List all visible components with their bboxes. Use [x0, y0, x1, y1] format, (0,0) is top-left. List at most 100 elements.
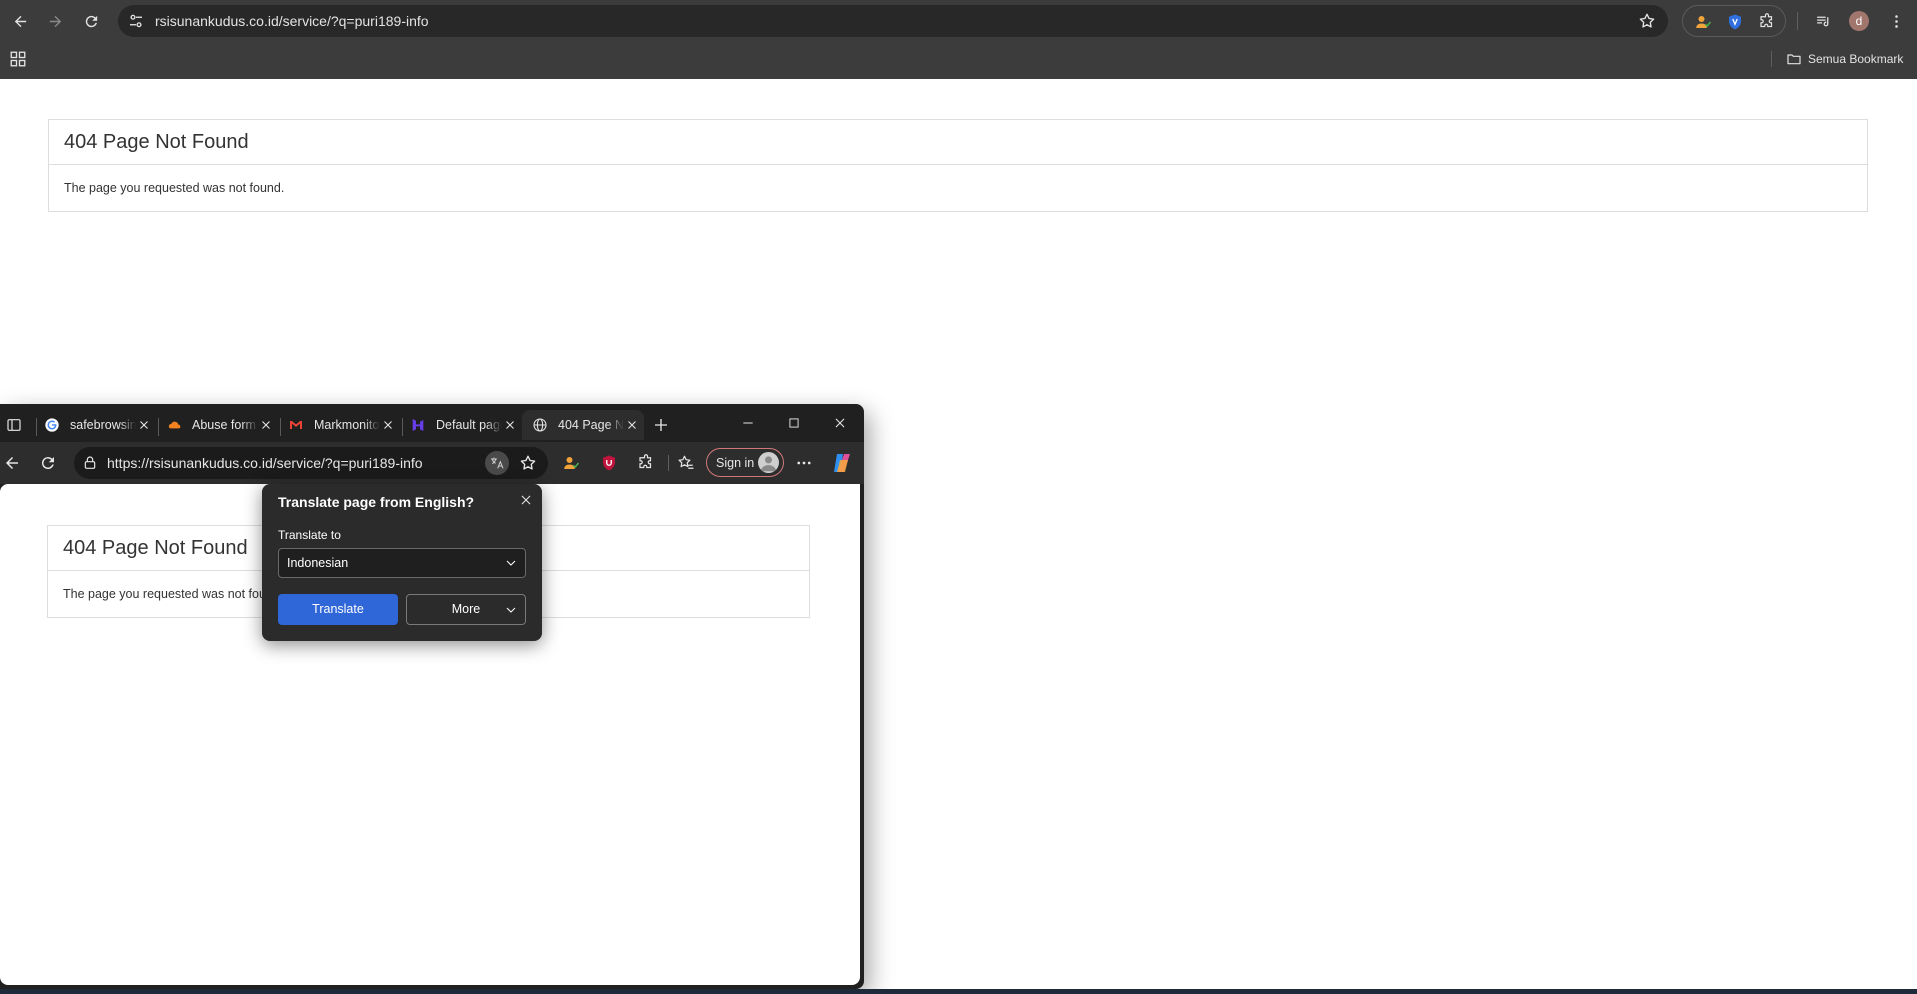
edge-tab-markmonitor[interactable]: Markmonitor: [278, 410, 400, 440]
all-bookmarks-button[interactable]: Semua Bookmark: [1786, 49, 1903, 69]
minimize-icon: [743, 422, 753, 424]
edge-address-bar[interactable]: https://rsisunankudus.co.id/service/?q=p…: [74, 447, 548, 479]
favorite-star-icon[interactable]: [519, 454, 537, 472]
favorites-button[interactable]: [676, 453, 696, 473]
error-message: The page you requested was not found.: [64, 181, 285, 195]
copilot-icon: [834, 454, 850, 472]
close-tab-icon[interactable]: [380, 417, 396, 433]
edge-tab-label: Abuse form: [192, 418, 256, 432]
edge-extension-person-button[interactable]: [561, 453, 581, 473]
lock-icon[interactable]: [82, 455, 98, 471]
forward-icon: [49, 15, 61, 27]
all-bookmarks-label: Semua Bookmark: [1808, 52, 1904, 66]
close-icon: [521, 495, 531, 505]
google-icon: [44, 417, 60, 433]
tab-actions-icon: [7, 419, 21, 431]
edge-url-text[interactable]: https://rsisunankudus.co.id/service/?q=p…: [107, 447, 423, 479]
cloudflare-icon: [166, 417, 182, 433]
edge-tab-404-page[interactable]: 404 Page Not Found: [522, 410, 644, 440]
reload-icon: [41, 457, 54, 470]
back-button[interactable]: [7, 8, 33, 34]
edge-toolbar: https://rsisunankudus.co.id/service/?q=p…: [0, 442, 864, 484]
hostinger-icon: [410, 417, 426, 433]
translate-popup-title: Translate page from English?: [278, 494, 475, 510]
edge-reload-button[interactable]: [38, 453, 58, 473]
close-tab-icon[interactable]: [136, 417, 152, 433]
extensions-menu-button[interactable]: [1757, 12, 1777, 32]
minimize-button[interactable]: [731, 411, 765, 435]
profile-avatar[interactable]: d: [1849, 11, 1869, 31]
apps-grid-icon[interactable]: [9, 50, 27, 68]
edge-tab-strip: safebrowsing Abuse form Markmonitor Defa…: [0, 404, 864, 442]
favorites-icon: [678, 455, 694, 469]
avatar: [758, 452, 779, 473]
language-select-value: Indonesian: [287, 556, 349, 570]
edge-tab-label: safebrowsing: [70, 418, 136, 432]
language-select[interactable]: Indonesian: [278, 548, 526, 578]
error-panel: 404 Page Not Found The page you requeste…: [48, 119, 1868, 212]
ublock-icon: [603, 455, 615, 471]
edge-extensions-button[interactable]: [636, 453, 656, 473]
toolbar-divider: [1797, 12, 1798, 30]
reload-icon: [85, 15, 97, 27]
globe-icon: [532, 417, 548, 433]
chrome-toolbar: rsisunankudus.co.id/service/?q=puri189-i…: [0, 0, 1917, 42]
back-icon: [6, 457, 18, 469]
edge-tab-abuse-form[interactable]: Abuse form: [156, 410, 278, 440]
media-control-icon: [1816, 16, 1828, 26]
close-window-button[interactable]: [823, 411, 857, 435]
folder-icon: [1787, 54, 1801, 65]
shield-extension-button[interactable]: [1725, 12, 1745, 32]
plus-icon: [655, 419, 667, 431]
translate-popup: Translate page from English? Translate t…: [262, 484, 542, 641]
chrome-menu-button[interactable]: [1883, 8, 1909, 34]
extension-icon: [1696, 16, 1712, 28]
shield-extension-icon: [1729, 14, 1741, 30]
translate-popup-close-button[interactable]: [517, 491, 535, 509]
maximize-icon: [789, 418, 799, 428]
edge-menu-button[interactable]: [794, 453, 814, 473]
maximize-button[interactable]: [777, 411, 811, 435]
edge-tab-safebrowsing[interactable]: safebrowsing: [34, 410, 156, 440]
sign-in-button[interactable]: Sign in: [706, 448, 784, 477]
chrome-url-text[interactable]: rsisunankudus.co.id/service/?q=puri189-i…: [155, 5, 429, 37]
media-control-button[interactable]: [1810, 8, 1836, 34]
back-icon: [14, 15, 26, 27]
sign-in-label: Sign in: [716, 455, 755, 470]
forward-button[interactable]: [42, 8, 68, 34]
more-button-label: More: [451, 602, 481, 616]
ublock-extension-button[interactable]: [599, 453, 619, 473]
more-menu-icon: [797, 461, 811, 465]
bookmark-star-icon[interactable]: [1638, 12, 1656, 30]
gmail-icon: [288, 417, 304, 433]
new-tab-button[interactable]: [651, 415, 671, 435]
chevron-down-icon: [506, 607, 516, 613]
bookmark-divider: [1771, 51, 1772, 67]
extension-person-button[interactable]: [1693, 12, 1713, 32]
close-tab-icon[interactable]: [258, 417, 274, 433]
page-title: 404 Page Not Found: [49, 120, 1867, 165]
more-button[interactable]: More: [406, 594, 526, 625]
taskbar-strip: [0, 989, 1917, 994]
edge-tab-default-page[interactable]: Default page: [400, 410, 522, 440]
close-icon: [835, 418, 845, 428]
puzzle-icon: [639, 454, 652, 469]
extension-icon: [564, 457, 580, 469]
translate-to-label: Translate to: [278, 528, 341, 542]
edge-tab-label: Markmonitor: [314, 418, 380, 432]
tab-actions-button[interactable]: [4, 415, 24, 435]
puzzle-icon: [1760, 13, 1773, 28]
translate-button[interactable]: Translate: [278, 594, 398, 625]
reload-button[interactable]: [78, 8, 104, 34]
close-tab-icon[interactable]: [624, 417, 640, 433]
chrome-frame: rsisunankudus.co.id/service/?q=puri189-i…: [0, 0, 1917, 79]
translate-icon[interactable]: [485, 451, 509, 475]
toolbar-divider: [668, 455, 669, 471]
site-settings-icon[interactable]: [127, 12, 145, 30]
close-tab-icon[interactable]: [502, 417, 518, 433]
chrome-address-bar[interactable]: rsisunankudus.co.id/service/?q=puri189-i…: [118, 5, 1668, 37]
extensions-group: [1682, 5, 1786, 37]
edge-tab-label: Default page: [436, 418, 502, 432]
copilot-button[interactable]: [830, 451, 854, 475]
edge-back-button[interactable]: [2, 453, 22, 473]
